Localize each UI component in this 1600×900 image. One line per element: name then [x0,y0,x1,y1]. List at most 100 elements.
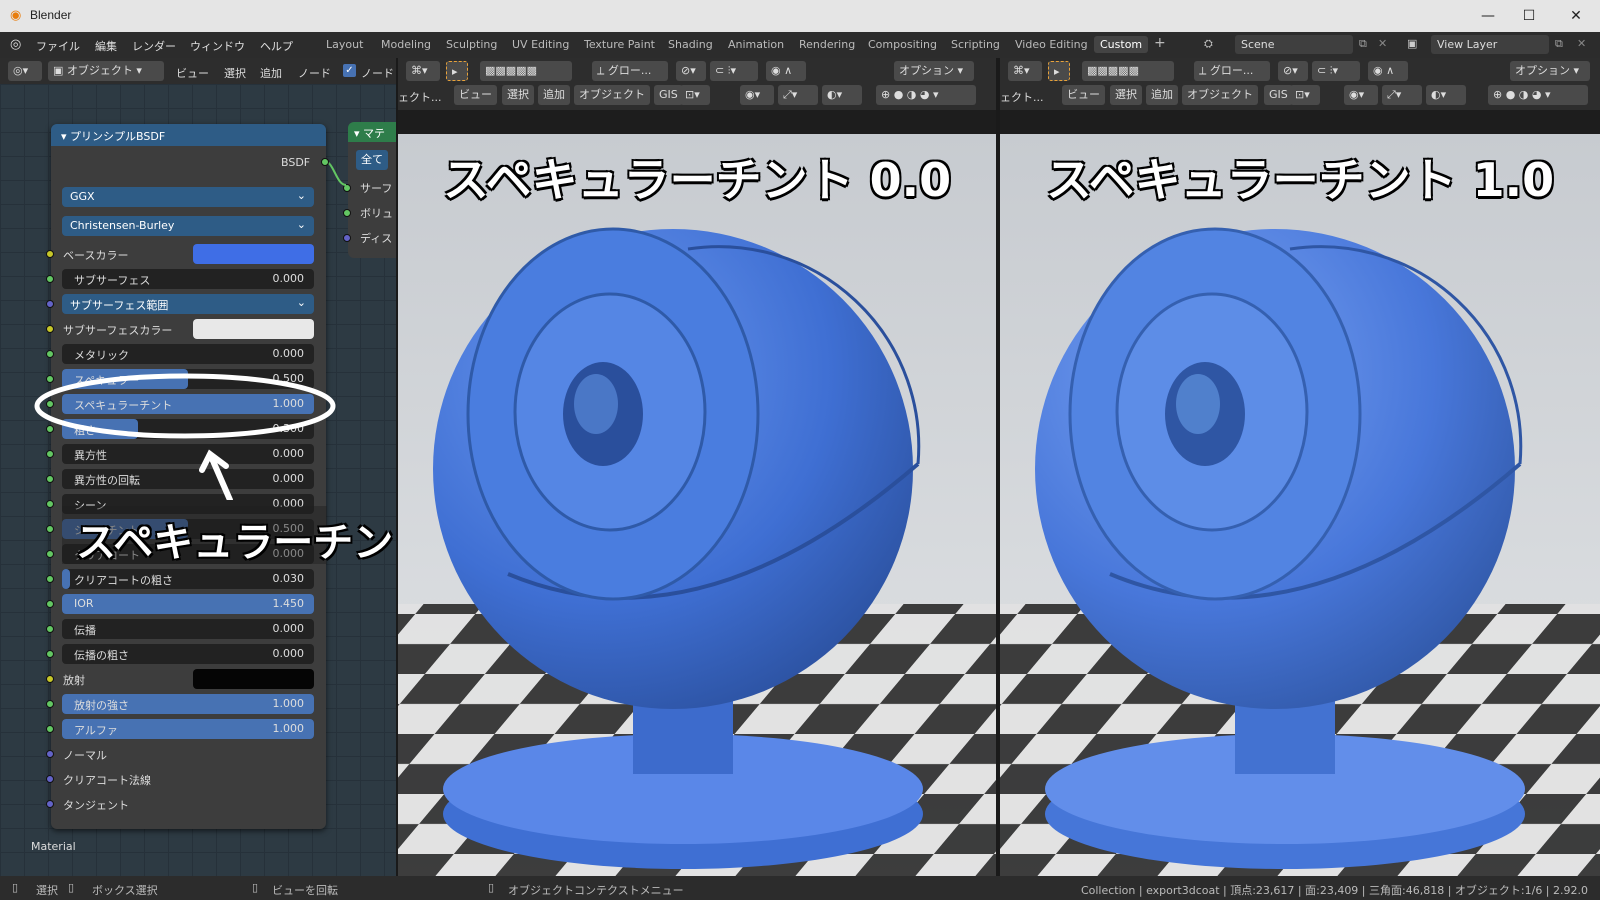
input-socket[interactable] [46,550,54,558]
menu-gis[interactable]: GIS [1264,85,1293,105]
select-tool-icon[interactable]: ▸ [446,61,468,81]
input-field[interactable]: クリアコートの粗さ 0.030 [62,569,314,589]
add-workspace-icon[interactable]: + [1154,35,1166,51]
shading-mode-icons[interactable]: ⊕ ● ◑ ◕ ▾ [876,85,976,105]
maximize-button[interactable]: ☐ [1519,6,1539,26]
menu-object-truncated[interactable]: ェクト... [398,89,442,105]
tab-uv-editing[interactable]: UV Editing [512,38,569,51]
menu-help[interactable]: ヘルプ [260,38,293,54]
visibility-icon[interactable]: ◉▾ [1344,85,1378,105]
all-targets-dropdown[interactable]: 全て [356,150,388,170]
tab-rendering[interactable]: Rendering [799,38,855,51]
menu-file[interactable]: ファイル [36,38,80,54]
options-dropdown[interactable]: オプション ▾ [1510,61,1590,81]
menu-view[interactable]: ビュー [176,65,209,81]
overlay-icon[interactable]: ◐▾ [822,85,862,105]
color-swatch[interactable] [193,319,314,339]
input-socket[interactable] [46,325,54,333]
pivot-icon[interactable]: ⊘▾ [1278,61,1308,81]
input-field[interactable]: IOR 1.450 [62,594,314,614]
view-layer-field[interactable]: View Layer [1431,35,1549,54]
overlay-icon[interactable]: ◐▾ [1426,85,1466,105]
tab-compositing[interactable]: Compositing [868,38,937,51]
gis-icon[interactable]: ⊡▾ [680,85,710,105]
menu-add[interactable]: 追加 [260,65,282,81]
input-field[interactable]: メタリック 0.000 [62,344,314,364]
menu-add-3d[interactable]: 追加 [538,85,570,105]
input-socket[interactable] [46,300,54,308]
editor-type-3d-icon[interactable]: ⌘▾ [1008,61,1042,81]
color-swatch[interactable] [193,244,314,264]
tab-custom[interactable]: Custom [1094,36,1149,53]
menu-window[interactable]: ウィンドウ [190,38,245,54]
copy-scene-icon[interactable]: ⧉ [1359,37,1367,51]
mode-dropdown[interactable]: ▣ オブジェクト ▾ [48,61,164,81]
menu-object-truncated[interactable]: ェクト... [1000,89,1044,105]
input-field[interactable]: 伝播の粗さ 0.000 [62,644,314,664]
transform-orientation-dropdown[interactable]: ⟂ グロー... [592,61,668,81]
input-socket[interactable] [46,275,54,283]
input-socket[interactable] [46,725,54,733]
input-socket[interactable] [46,750,54,758]
use-nodes-checkbox[interactable]: ✓ [343,64,356,77]
remove-scene-icon[interactable]: ✕ [1378,37,1387,50]
input-socket[interactable] [46,675,54,683]
color-swatch[interactable] [193,669,314,689]
displacement-socket[interactable] [343,234,351,242]
input-field[interactable]: アルファ 1.000 [62,719,314,739]
volume-socket[interactable] [343,209,351,217]
gizmo-icon[interactable]: ⤢▾ [1382,85,1422,105]
menu-view-3d[interactable]: ビュー [454,85,497,105]
menu-select[interactable]: 選択 [224,65,246,81]
editor-type-3d-icon[interactable]: ⌘▾ [406,61,440,81]
blender-menu-icon[interactable]: ◎ [10,37,21,52]
node-header[interactable]: ▾ プリンシプルBSDF [51,124,326,146]
input-socket[interactable] [46,350,54,358]
tab-modeling[interactable]: Modeling [381,38,431,51]
visibility-icon[interactable]: ◉▾ [740,85,774,105]
menu-object-3d[interactable]: オブジェクト [1182,85,1258,105]
proportional-edit-icon[interactable]: ◉ ∧ [766,61,806,81]
tab-sculpting[interactable]: Sculpting [446,38,497,51]
input-socket[interactable] [46,575,54,583]
shading-mode-icons[interactable]: ⊕ ● ◑ ◕ ▾ [1488,85,1588,105]
scene-field[interactable]: Scene [1235,35,1353,54]
pivot-icon[interactable]: ⊘▾ [676,61,706,81]
snap-icon[interactable]: ⊂ ⫶▾ [1312,61,1360,81]
menu-node[interactable]: ノード [298,65,331,81]
input-socket[interactable] [46,700,54,708]
tab-animation[interactable]: Animation [728,38,784,51]
tab-scripting[interactable]: Scripting [951,38,1000,51]
input-socket[interactable] [46,600,54,608]
menu-render[interactable]: レンダー [132,38,176,54]
menu-select-3d[interactable]: 選択 [1110,85,1142,105]
input-field[interactable]: サブサーフェス 0.000 [62,269,314,289]
snap-icon[interactable]: ⊂ ⫶▾ [710,61,758,81]
viewport-right[interactable]: スペキュラーチント 1.0 [1000,134,1600,876]
select-mode-icons[interactable]: ▩▩▩▩▩ [1082,61,1174,81]
bsdf-output-socket[interactable] [321,158,329,166]
input-dropdown[interactable]: サブサーフェス範囲 ⌄ [62,294,314,314]
menu-select-3d[interactable]: 選択 [502,85,534,105]
menu-add-3d[interactable]: 追加 [1146,85,1178,105]
gizmo-icon[interactable]: ⤢▾ [778,85,818,105]
menu-view-3d[interactable]: ビュー [1062,85,1105,105]
subsurface-method-dropdown[interactable]: Christensen-Burley ⌄ [62,216,314,236]
tab-layout[interactable]: Layout [326,38,363,51]
scene-icon[interactable]: ⛭ [1204,37,1213,51]
input-socket[interactable] [46,250,54,258]
tab-video-editing[interactable]: Video Editing [1015,38,1088,51]
input-socket[interactable] [46,650,54,658]
select-mode-icons[interactable]: ▩▩▩▩▩ [480,61,572,81]
options-dropdown[interactable]: オプション ▾ [894,61,974,81]
menu-object-3d[interactable]: オブジェクト [574,85,650,105]
input-socket[interactable] [46,775,54,783]
input-socket[interactable] [46,800,54,808]
select-tool-icon[interactable]: ▸ [1048,61,1070,81]
tab-texture-paint[interactable]: Texture Paint [584,38,655,51]
view-layer-icon[interactable]: ▣ [1407,37,1417,50]
remove-view-layer-icon[interactable]: ✕ [1577,37,1586,50]
transform-orientation-dropdown[interactable]: ⟂ グロー... [1194,61,1270,81]
proportional-edit-icon[interactable]: ◉ ∧ [1368,61,1408,81]
gis-icon[interactable]: ⊡▾ [1290,85,1320,105]
